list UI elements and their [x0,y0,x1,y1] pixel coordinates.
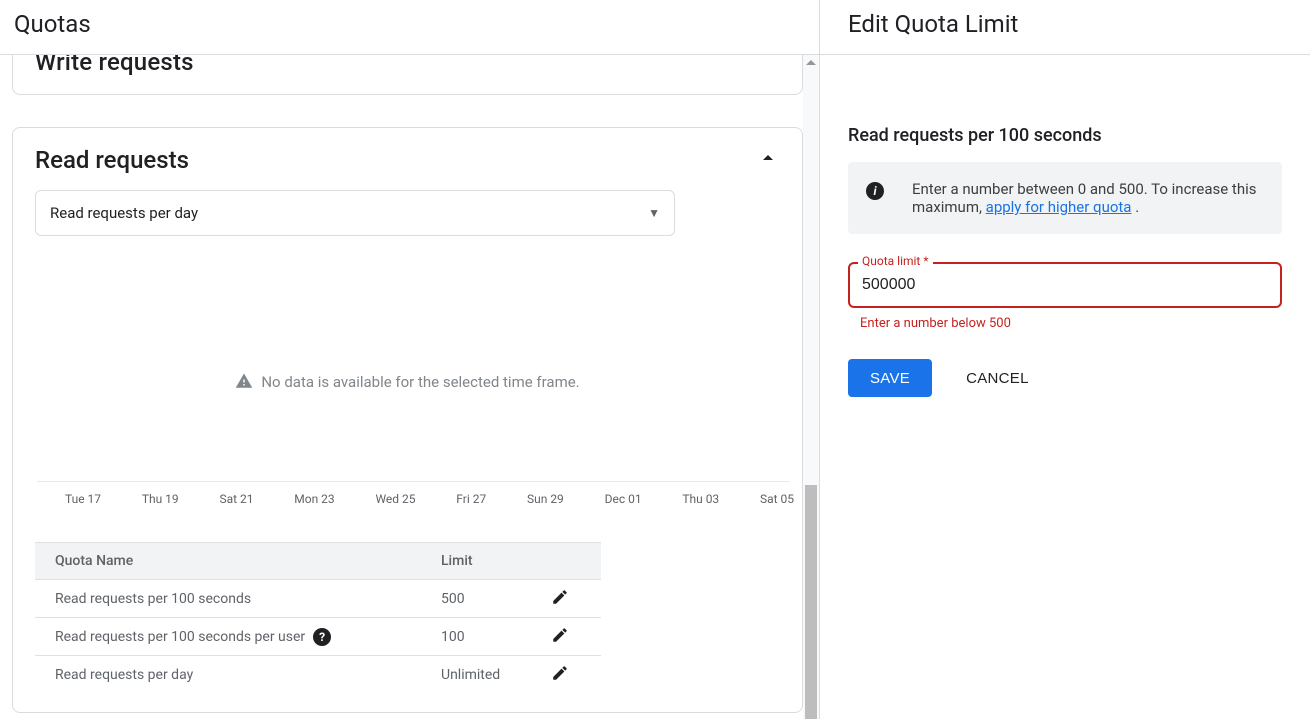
x-tick: Sat 21 [219,492,253,506]
chevron-up-icon[interactable] [756,146,780,174]
info-text: Enter a number between 0 and 500. To inc… [912,180,1264,216]
x-tick: Thu 19 [142,492,179,506]
chart-x-ticks: Tue 17 Thu 19 Sat 21 Mon 23 Wed 25 Fri 2… [35,492,819,506]
read-requests-title: Read requests [35,146,189,174]
edit-quota-panel: Edit Quota Limit Read requests per 100 s… [820,0,1310,719]
main-scroll-area: Write requests Read requests Read reques… [0,55,819,719]
edit-icon[interactable] [551,594,569,610]
scrollbar[interactable] [803,55,819,719]
x-tick: Mon 23 [294,492,334,506]
scrollbar-thumb[interactable] [805,485,817,719]
quota-limit-cell: Unlimited [441,667,551,683]
apply-higher-quota-link[interactable]: apply for higher quota [986,198,1132,216]
edit-icon[interactable] [551,670,569,686]
table-row: Read requests per day Unlimited [35,656,601,694]
x-tick: Thu 03 [682,492,719,506]
info-banner: i Enter a number between 0 and 500. To i… [848,162,1282,234]
quota-limit-error: Enter a number below 500 [848,316,1282,331]
side-panel-subtitle: Read requests per 100 seconds [848,125,1282,146]
x-tick: Sun 29 [527,492,564,506]
read-requests-card: Read requests Read requests per day ▼ No… [12,127,803,713]
quota-name-cell: Read requests per day [55,667,441,683]
chart-empty-message: No data is available for the selected ti… [35,372,780,391]
warning-icon [235,372,253,390]
table-row: Read requests per 100 seconds 500 [35,580,601,618]
quota-limit-cell: 500 [441,591,551,607]
col-quota-name: Quota Name [55,553,441,569]
page-title: Quotas [0,0,819,55]
x-tick: Sat 05 [760,492,794,506]
quota-table: Quota Name Limit Read requests per 100 s… [35,542,601,694]
usage-chart: No data is available for the selected ti… [35,248,780,518]
quota-metric-select[interactable]: Read requests per day ▼ [35,190,675,236]
write-requests-card: Write requests [12,55,803,95]
info-icon: i [866,182,884,200]
cancel-button[interactable]: CANCEL [960,369,1035,388]
x-tick: Dec 01 [605,492,642,506]
quota-limit-field: Quota limit * [848,262,1282,308]
caret-down-icon: ▼ [648,206,660,220]
edit-icon[interactable] [551,632,569,648]
quota-limit-label: Quota limit * [858,254,933,268]
write-requests-title: Write requests [35,55,780,76]
quota-name-cell: Read requests per 100 seconds per user ? [55,628,441,646]
quota-metric-select-label: Read requests per day [50,204,198,222]
save-button[interactable]: SAVE [848,359,932,397]
help-icon[interactable]: ? [313,628,331,646]
col-limit: Limit [441,553,551,569]
x-tick: Fri 27 [456,492,486,506]
chart-baseline [37,481,790,482]
quota-limit-cell: 100 [441,629,551,645]
x-tick: Wed 25 [375,492,415,506]
side-panel-title: Edit Quota Limit [820,0,1310,55]
scroll-up-icon[interactable] [803,55,819,71]
quota-name-cell: Read requests per 100 seconds [55,591,441,607]
table-row: Read requests per 100 seconds per user ?… [35,618,601,656]
quota-limit-input[interactable] [848,262,1282,308]
x-tick: Tue 17 [65,492,101,506]
quota-table-header: Quota Name Limit [35,542,601,580]
